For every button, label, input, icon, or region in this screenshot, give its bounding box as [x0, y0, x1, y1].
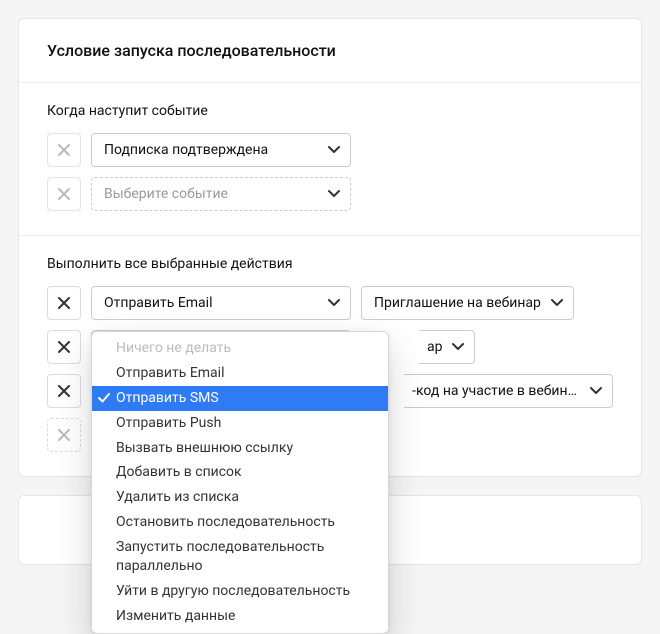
check-icon [98, 392, 110, 404]
action-target-label: ар [427, 339, 442, 355]
dropdown-item-label: Отправить Push [116, 414, 221, 433]
action-type-select[interactable]: Отправить Email [91, 286, 351, 320]
dropdown-item-label: Отправить SMS [116, 389, 219, 408]
action-target-label: -код на участие в вебинаре [412, 383, 580, 399]
chevron-down-icon [551, 297, 563, 309]
action-type-dropdown[interactable]: Ничего не делать Отправить Email Отправи… [91, 331, 389, 634]
event-select-placeholder[interactable]: Выберите событие [91, 177, 351, 211]
event-row: Подписка подтверждена [47, 133, 613, 167]
close-icon [58, 385, 70, 397]
chevron-down-icon [452, 341, 464, 353]
close-icon [58, 429, 70, 441]
dropdown-item[interactable]: Остановить последовательность [92, 510, 388, 535]
actions-section-title: Выполнить все выбранные действия [47, 256, 613, 272]
dropdown-item: Ничего не делать [92, 336, 388, 361]
action-target-label: Приглашение на вебинар [374, 295, 541, 311]
dropdown-item-label: Изменить данные [116, 607, 235, 626]
action-target-select[interactable]: ар [419, 330, 475, 364]
event-section-title: Когда наступит событие [47, 103, 613, 119]
dropdown-item[interactable]: Отправить Email [92, 361, 388, 386]
dropdown-item[interactable]: Изменить данные [92, 604, 388, 629]
dropdown-item-label: Ничего не делать [116, 339, 231, 358]
dropdown-item[interactable]: Запустить последовательность параллельно [92, 535, 388, 579]
dropdown-item[interactable]: Уйти в другую последовательность [92, 579, 388, 604]
dropdown-item-label: Вызвать внешнюю ссылку [116, 439, 293, 458]
dropdown-item-label: Удалить из списка [116, 488, 239, 507]
chevron-down-icon [590, 385, 602, 397]
remove-action-button[interactable] [47, 330, 81, 364]
dropdown-item-label: Отправить Email [116, 364, 224, 383]
remove-action-button[interactable] [47, 374, 81, 408]
remove-event-button[interactable] [47, 133, 81, 167]
card-title: Условие запуска последовательности [19, 19, 641, 83]
event-row: Выберите событие [47, 177, 613, 211]
close-icon [58, 188, 70, 200]
event-select-placeholder-label: Выберите событие [104, 186, 318, 202]
add-action-placeholder[interactable] [47, 418, 81, 452]
event-select-label: Подписка подтверждена [104, 142, 318, 158]
remove-event-button[interactable] [47, 177, 81, 211]
action-row: Отправить Email Приглашение на вебинар [47, 286, 613, 320]
dropdown-item-label: Добавить в список [116, 463, 242, 482]
action-target-select[interactable]: -код на участие в вебинаре [404, 374, 613, 408]
action-target-select[interactable]: Приглашение на вебинар [361, 286, 574, 320]
action-type-label: Отправить Email [104, 295, 318, 311]
close-icon [58, 297, 70, 309]
dropdown-item[interactable]: Удалить из списка [92, 485, 388, 510]
chevron-down-icon [328, 297, 340, 309]
event-section: Когда наступит событие Подписка подтверж… [19, 83, 641, 236]
dropdown-item[interactable]: Добавить в список [92, 460, 388, 485]
event-select[interactable]: Подписка подтверждена [91, 133, 351, 167]
dropdown-item-label: Запустить последовательность параллельно [116, 538, 376, 576]
chevron-down-icon [328, 144, 340, 156]
close-icon [58, 341, 70, 353]
dropdown-item[interactable]: Отправить SMS [92, 386, 388, 411]
close-icon [58, 144, 70, 156]
remove-action-button[interactable] [47, 286, 81, 320]
chevron-down-icon [328, 188, 340, 200]
dropdown-item[interactable]: Отправить Push [92, 411, 388, 436]
dropdown-item-label: Остановить последовательность [116, 513, 335, 532]
dropdown-item-label: Уйти в другую последовательность [116, 582, 350, 601]
dropdown-item[interactable]: Вызвать внешнюю ссылку [92, 436, 388, 461]
